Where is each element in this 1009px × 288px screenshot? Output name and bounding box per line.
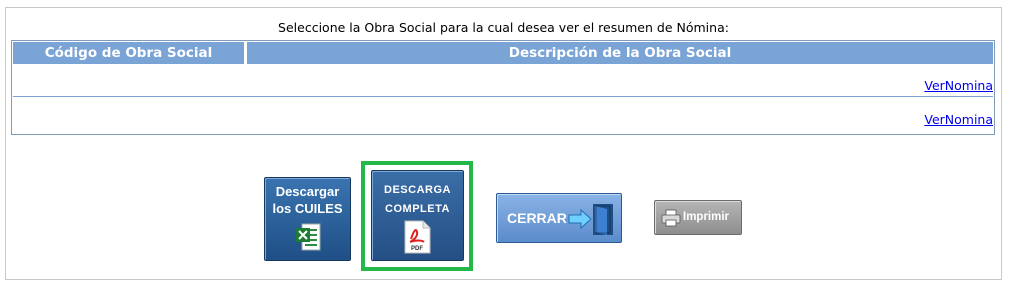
pdf-icon-text: PDF xyxy=(411,246,423,252)
table-header: Código de Obra Social Descripción de la … xyxy=(13,42,993,64)
print-button[interactable]: Imprimir xyxy=(654,200,742,235)
ver-nomina-link[interactable]: VerNomina xyxy=(924,112,993,127)
obra-social-table: Código de Obra Social Descripción de la … xyxy=(11,40,995,135)
download-cuiles-button[interactable]: Descargar los CUILES xyxy=(264,177,351,261)
print-label: Imprimir xyxy=(683,211,730,223)
download-cuiles-label: Descargar los CUILES xyxy=(272,184,343,216)
pdf-icon: PDF xyxy=(404,220,431,254)
download-complete-label: DESCARGA COMPLETA xyxy=(384,184,451,215)
download-complete-button[interactable]: DESCARGA COMPLETA PDF xyxy=(371,170,464,261)
close-button[interactable]: CERRAR xyxy=(496,193,622,243)
instruction-text: Seleccione la Obra Social para la cual d… xyxy=(278,20,729,35)
header-codigo: Código de Obra Social xyxy=(13,42,247,64)
table-row: VerNomina xyxy=(13,65,993,97)
ver-nomina-link[interactable]: VerNomina xyxy=(924,78,993,93)
exit-door-icon xyxy=(568,204,613,235)
close-label: CERRAR xyxy=(507,210,567,226)
excel-icon xyxy=(296,223,321,251)
printer-icon xyxy=(661,209,681,227)
header-descripcion: Descripción de la Obra Social xyxy=(247,42,993,64)
table-row: VerNomina xyxy=(13,99,993,130)
